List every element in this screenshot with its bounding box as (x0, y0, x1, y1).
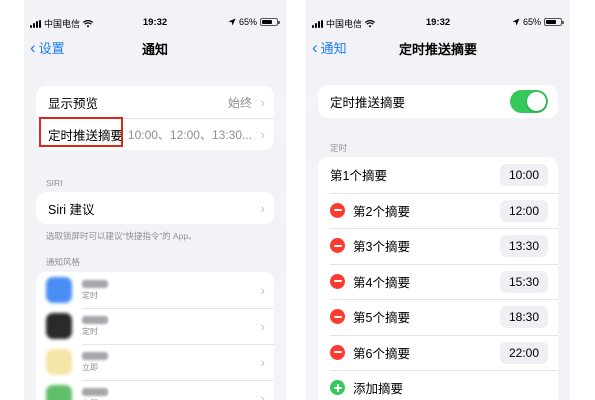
scheduled-summary-value: 10:00、12:00、13:30... (127, 127, 252, 142)
highlight-annotation (39, 117, 123, 147)
summary-row-1: 第1个摘要 10:00 (318, 157, 558, 193)
siri-suggestions-row[interactable]: Siri 建议 › (36, 192, 274, 224)
app-row[interactable]: 定时 › (36, 272, 274, 308)
summary-label: 第1个摘要 (330, 169, 387, 184)
app-delivery-mode: 定时 (82, 290, 98, 300)
remove-circle-icon[interactable] (330, 344, 345, 360)
battery-percent: 65% (522, 17, 541, 27)
summary-label: 第4个摘要 (353, 275, 410, 290)
chevron-right-icon: › (260, 391, 265, 400)
summary-label: 第3个摘要 (353, 240, 410, 255)
siri-section-label: SIRI (46, 178, 63, 188)
summary-label: 第2个摘要 (353, 204, 410, 219)
siri-footnote: 选取锁屏时可以建议“快捷指令”的 App。 (46, 231, 197, 241)
add-circle-icon (330, 380, 345, 396)
show-preview-label: 显示预览 (48, 96, 99, 111)
summary-label: 第6个摘要 (353, 346, 410, 361)
chevron-right-icon: › (260, 283, 265, 298)
page-title: 定时推送摘要 (398, 42, 477, 57)
battery-percent: 65% (238, 17, 257, 27)
remove-circle-icon[interactable] (330, 202, 345, 218)
summary-row-5: 第5个摘要 18:30 (318, 299, 558, 335)
chevron-right-icon: › (260, 200, 265, 216)
app-icon (46, 277, 72, 303)
app-row[interactable]: 定时 › (36, 308, 274, 344)
remove-circle-icon[interactable] (330, 273, 345, 289)
app-list-group: 定时 › 定时 › 立即 › 立即 › (36, 272, 274, 400)
siri-group: Siri 建议 › (36, 192, 274, 224)
schedule-section-label: 定时 (330, 143, 348, 153)
navigation-bar: ‹ 通知 定时推送摘要 (306, 36, 570, 58)
chevron-right-icon: › (260, 126, 265, 142)
remove-circle-icon[interactable] (330, 309, 345, 325)
summary-toggle-switch[interactable] (510, 90, 548, 113)
summary-time-picker[interactable]: 12:00 (500, 199, 548, 222)
scheduled-summary-screen: 中国电信 19:32 65% ‹ 通知 定时推送摘要 定时推送摘要 定时 第1个… (306, 0, 570, 400)
app-icon (46, 385, 72, 400)
summary-row-4: 第4个摘要 15:30 (318, 263, 558, 300)
add-summary-label: 添加摘要 (353, 382, 404, 397)
add-summary-row[interactable]: 添加摘要 (318, 370, 558, 400)
battery-icon (544, 18, 564, 26)
summary-row-2: 第2个摘要 12:00 (318, 192, 558, 229)
summary-row-6: 第6个摘要 22:00 (318, 334, 558, 371)
chevron-right-icon: › (260, 94, 265, 110)
siri-suggestions-label: Siri 建议 (48, 202, 95, 217)
schedule-list: 第1个摘要 10:00 第2个摘要 12:00 第3个摘要 13:30 第4个摘… (318, 157, 558, 400)
battery-icon (260, 18, 280, 26)
location-icon (228, 18, 236, 26)
show-preview-value: 始终 (227, 95, 252, 110)
app-row[interactable]: 立即 › (36, 380, 274, 400)
location-icon (512, 18, 520, 26)
summary-time-picker[interactable]: 18:30 (500, 306, 548, 328)
app-icon (46, 349, 72, 375)
app-icon (46, 313, 72, 339)
status-bar: 中国电信 19:32 65% (24, 14, 286, 30)
summary-label: 第5个摘要 (353, 311, 410, 326)
summary-toggle-group: 定时推送摘要 (318, 85, 558, 118)
chevron-right-icon: › (260, 319, 265, 334)
notifications-screen: 中国电信 19:32 65% ‹ 设置 通知 显示预览 始终 › 定时推送摘要 … (24, 0, 286, 400)
remove-circle-icon[interactable] (330, 238, 345, 254)
app-delivery-mode: 定时 (82, 326, 98, 336)
summary-time-picker[interactable]: 13:30 (500, 235, 548, 257)
summary-time-picker[interactable]: 10:00 (500, 164, 548, 186)
app-name-blurred (82, 351, 108, 360)
app-row[interactable]: 立即 › (36, 344, 274, 380)
page-title: 通知 (141, 42, 168, 57)
summary-toggle-row: 定时推送摘要 (318, 85, 558, 118)
app-name-blurred (82, 315, 108, 324)
summary-time-picker[interactable]: 22:00 (500, 341, 548, 364)
status-bar: 中国电信 19:32 65% (306, 14, 570, 30)
app-delivery-mode: 立即 (82, 362, 98, 372)
summary-time-picker[interactable]: 15:30 (500, 270, 548, 293)
app-name-blurred (82, 387, 108, 396)
summary-row-3: 第3个摘要 13:30 (318, 228, 558, 264)
summary-toggle-label: 定时推送摘要 (330, 96, 406, 110)
app-name-blurred (82, 279, 108, 288)
show-preview-row[interactable]: 显示预览 始终 › (36, 86, 274, 118)
navigation-bar: ‹ 设置 通知 (24, 36, 286, 58)
notification-style-label: 通知风格 (46, 257, 81, 267)
chevron-right-icon: › (260, 355, 265, 370)
